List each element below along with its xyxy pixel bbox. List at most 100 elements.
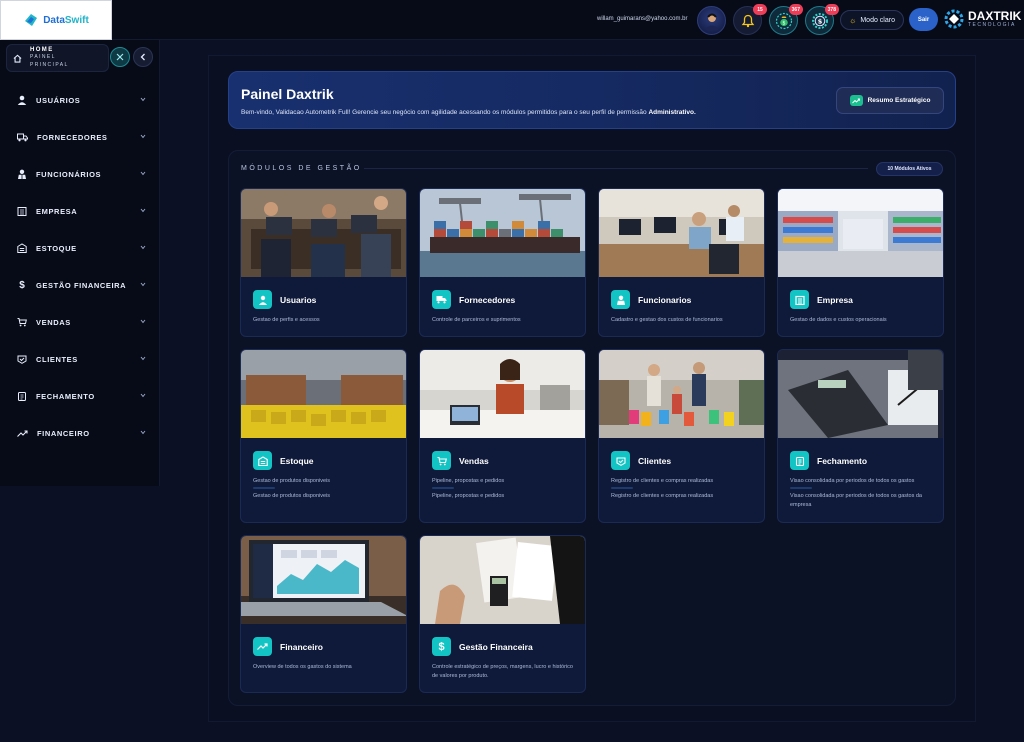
home-icon [13,54,22,63]
module-card-fornecedores[interactable]: Fornecedores Controle de parceiros e sup… [419,188,586,337]
notifications-button[interactable]: 15 [733,4,767,35]
module-card-title: Estoque [280,456,314,466]
module-card-financeiro[interactable]: Financeiro Overview de todos os gastos d… [240,535,407,693]
dataswift-logo-icon [25,14,38,26]
warehouse-image [241,350,406,438]
clients-icon [611,451,630,470]
logout-button[interactable]: Sair [909,8,938,31]
theme-toggle-button[interactable]: ☼ Modo claro [840,10,904,30]
module-card-divider [432,487,454,489]
sidebar-item-label: USUÁRIOS [36,95,81,105]
module-card-empresa[interactable]: Empresa Gestao de dados e custos operaci… [777,188,944,337]
module-card-desc-secondary: Registro de clientes e compras realizada… [611,493,714,499]
chevron-down-icon [140,430,146,435]
sidebar-item-fechamento[interactable]: FECHAMENTO [0,381,160,411]
module-card-funcionarios[interactable]: Funcionarios Cadastro e gestao dos custo… [598,188,765,337]
module-card-title: Funcionarios [638,295,692,305]
module-card-desc: Gestao de perfis e acessos [253,317,320,323]
trend-icon [253,637,272,656]
cart-icon [432,451,451,470]
sidebar-item-fornecedores[interactable]: FORNECEDORES [0,122,160,152]
strategic-summary-button[interactable]: Resumo Estratégico [836,87,944,114]
office-team-image [241,189,406,277]
module-card-vendas[interactable]: Vendas Pipeline, propostas e pedidos Pip… [419,349,586,523]
module-card-usuarios[interactable]: Usuarios Gestao de perfis e acessos [240,188,407,337]
sidebar-item-label: FINANCEIRO [37,428,90,438]
sidebar: HOME PAINEL PRINCIPAL USUÁRIOS FORNECEDO… [0,40,160,486]
sidebar-item-financeiro[interactable]: FINANCEIRO [0,418,160,448]
module-card-title: Financeiro [280,642,323,652]
daxtrik-logo: DAXTRIK TECNOLOGIA [943,8,1021,30]
module-card-title: Fornecedores [459,295,516,305]
company-sub: TECNOLOGIA [968,22,1016,28]
warehouse-icon [253,451,272,470]
svg-text:$: $ [817,17,822,25]
dollar-icon: $ [19,279,25,291]
sun-icon: ☼ [849,15,857,25]
module-card-title: Clientes [638,456,672,466]
module-card-fechamento[interactable]: Fechamento Visao consolidada por periodo… [777,349,944,523]
modules-count-badge: 10 Módulos Ativos [876,162,943,176]
modules-divider [364,168,868,169]
cargo-port-image [420,189,585,277]
chevron-down-icon [140,393,146,398]
sidebar-item-clientes[interactable]: CLIENTES [0,344,160,374]
x-social-button[interactable] [110,47,130,67]
module-card-estoque[interactable]: Estoque Gestao de produtos disponiveis G… [240,349,407,523]
finance-alerts-badge: 367 [788,4,803,15]
employee-icon [611,290,630,309]
employee-icon [18,169,26,179]
brand-name: DataSwift [43,14,89,26]
avatar-person-icon [704,13,719,30]
sidebar-item-label: GESTÃO FINANCEIRA [36,280,127,290]
money-bag-icon: $ [775,12,792,29]
sidebar-item-label: ESTOQUE [36,243,77,253]
strategic-summary-label: Resumo Estratégico [867,97,931,104]
dollar-gear-icon: $ [811,12,828,29]
settings-alerts-button[interactable]: $ 378 [805,4,839,35]
module-card-clientes[interactable]: Clientes Registro de clientes e compras … [598,349,765,523]
truck-icon [17,133,28,141]
retail-store-image [778,189,943,277]
home-subtitle-1: PAINEL [30,54,56,60]
sidebar-item-estoque[interactable]: ESTOQUE [0,233,160,263]
sidebar-item-vendas[interactable]: VENDAS [0,307,160,337]
sidebar-collapse-button[interactable] [133,47,153,67]
company-name: DAXTRIK [968,9,1022,23]
chevron-left-icon [140,53,145,61]
module-card-desc: Pipeline, propostas e pedidos [432,478,505,484]
clipboard-icon [790,451,809,470]
cart-icon [17,318,27,327]
user-email: willam_guimarans@yahoo.com.br [597,16,688,22]
module-card-desc: Visao consolidada por periodos de todos … [790,478,915,484]
chevron-down-icon [140,319,146,324]
open-office-image [599,189,764,277]
finance-alerts-button[interactable]: $ 367 [769,4,803,35]
dataswift-logo[interactable]: DataSwift [0,0,112,40]
sidebar-item-label: FORNECEDORES [37,132,108,142]
module-card-desc: Cadastro e gestao dos custos de funciona… [611,317,723,323]
sidebar-item-usuarios[interactable]: USUÁRIOS [0,85,160,115]
chevron-down-icon [140,208,146,213]
sidebar-item-label: FECHAMENTO [36,391,95,401]
clients-icon [17,355,27,364]
trend-up-icon [849,95,863,106]
module-card-divider [611,487,633,489]
home-link[interactable]: HOME PAINEL PRINCIPAL [6,44,109,72]
module-card-gestao-financeira[interactable]: $ Gestão Financeira Controle estratégico… [419,535,586,693]
module-card-divider [790,487,812,489]
sidebar-item-funcionarios[interactable]: FUNCIONÁRIOS [0,159,160,189]
warehouse-icon [17,243,27,253]
sidebar-item-empresa[interactable]: EMPRESA [0,196,160,226]
module-card-desc-secondary: Pipeline, propostas e pedidos [432,493,505,499]
sidebar-item-label: FUNCIONÁRIOS [36,169,102,179]
chevron-down-icon [140,171,146,176]
sidebar-item-label: EMPRESA [36,206,78,216]
welcome-text: Bem-vindo, Validacao Autometrik Full! Ge… [241,109,696,116]
chevron-down-icon [140,97,146,102]
sidebar-item-gestao-financeira[interactable]: $ GESTÃO FINANCEIRA [0,270,160,300]
user-avatar[interactable] [697,6,726,35]
chevron-down-icon [140,245,146,250]
page-title: Painel Daxtrik [241,86,334,102]
daxtrik-gear-icon [944,9,964,29]
